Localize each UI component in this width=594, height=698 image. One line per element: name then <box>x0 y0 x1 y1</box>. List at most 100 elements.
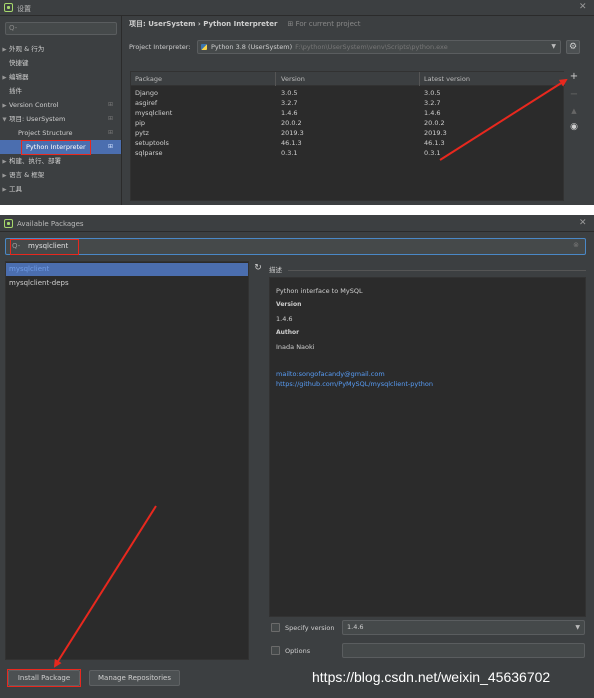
sidebar-item-editor[interactable]: ▶ 编辑器 <box>0 70 121 84</box>
expand-arrow-icon: ▶ <box>2 187 7 193</box>
close-icon[interactable]: ✕ <box>579 2 587 12</box>
interpreter-value: Python 3.8 (UserSystem) <box>211 43 293 51</box>
upgrade-package-button[interactable]: ▲ <box>567 107 581 115</box>
cell-version: 0.3.1 <box>281 149 298 157</box>
page-icon: ⊞ <box>107 129 113 136</box>
version-label: Version <box>276 301 302 308</box>
collapse-arrow-icon: ▼ <box>2 117 7 123</box>
page-icon: ⊞ <box>107 115 113 122</box>
specify-version-checkbox[interactable] <box>271 623 280 632</box>
cell-package: Django <box>135 89 159 97</box>
breadcrumb: 项目: UserSystem › Python Interpreter ⊞ For… <box>129 19 361 29</box>
cell-package: setuptools <box>135 139 169 147</box>
settings-main-panel: 项目: UserSystem › Python Interpreter ⊞ For… <box>123 16 594 205</box>
options-checkbox[interactable] <box>271 646 280 655</box>
list-item[interactable]: mysqlclient <box>6 263 248 276</box>
settings-search-input[interactable]: Q- <box>5 22 117 35</box>
cell-package: sqlparse <box>135 149 163 157</box>
sidebar-item-project[interactable]: ▼ 项目: UserSystem ⊞ <box>0 112 121 126</box>
sidebar-item-project-structure[interactable]: Project Structure ⊞ <box>0 126 121 140</box>
cell-latest-version: 2019.3 <box>424 129 447 137</box>
package-search-input[interactable]: Q- mysqlclient ⊗ <box>5 238 586 255</box>
sidebar-item-label: 项目: UserSystem <box>9 115 66 123</box>
sidebar-item-languages[interactable]: ▶ 语言 & 框架 <box>0 168 121 182</box>
chevron-down-icon: ▼ <box>575 624 580 631</box>
sidebar-item-version-control[interactable]: ▶ Version Control ⊞ <box>0 98 121 112</box>
sidebar-item-label: 构建、执行、部署 <box>9 157 61 165</box>
annotation-highlight-box <box>7 669 81 687</box>
table-row[interactable]: setuptools 46.1.3 46.1.3 <box>131 138 565 148</box>
interpreter-settings-button[interactable]: ⚙ <box>566 40 580 54</box>
sidebar-item-label: 外观 & 行为 <box>9 45 45 53</box>
close-icon[interactable]: ✕ <box>579 218 587 228</box>
package-list: mysqlclient mysqlclient-deps <box>5 261 249 660</box>
chevron-down-icon: ▼ <box>551 43 556 50</box>
breadcrumb-path: 项目: UserSystem › Python Interpreter <box>129 20 278 28</box>
sidebar-item-build[interactable]: ▶ 构建、执行、部署 <box>0 154 121 168</box>
manage-repositories-button[interactable]: Manage Repositories <box>89 670 180 686</box>
show-early-releases-button[interactable]: ◉ <box>567 122 581 132</box>
search-icon: Q- <box>9 24 18 32</box>
cell-version: 3.2.7 <box>281 99 298 107</box>
cell-version: 1.4.6 <box>281 109 298 117</box>
cell-latest-version: 3.0.5 <box>424 89 441 97</box>
author-label: Author <box>276 329 300 336</box>
cell-latest-version: 0.3.1 <box>424 149 441 157</box>
package-summary: Python interface to MySQL <box>276 287 363 295</box>
cell-package: pytz <box>135 129 149 137</box>
cell-latest-version: 20.0.2 <box>424 119 445 127</box>
sidebar-item-keymap[interactable]: 快捷键 <box>0 56 121 70</box>
package-author: Inada Naoki <box>276 343 315 351</box>
table-row[interactable]: Django 3.0.5 3.0.5 <box>131 88 565 98</box>
table-row[interactable]: pip 20.0.2 20.0.2 <box>131 118 565 128</box>
upgrade-icon: ▲ <box>571 107 577 115</box>
remove-package-button[interactable]: − <box>567 89 581 100</box>
expand-arrow-icon: ▶ <box>2 173 7 179</box>
page-icon: ⊞ <box>107 101 113 108</box>
table-row[interactable]: mysqlclient 1.4.6 1.4.6 <box>131 108 565 118</box>
version-dropdown-value: 1.4.6 <box>347 623 364 631</box>
package-version: 1.4.6 <box>276 315 293 323</box>
sidebar-item-label: Project Structure <box>18 129 73 137</box>
annotation-highlight-box <box>10 239 79 255</box>
breadcrumb-note: ⊞ For current project <box>287 20 361 28</box>
clear-search-icon[interactable]: ⊗ <box>573 241 579 249</box>
sidebar-item-label: 插件 <box>9 87 22 95</box>
sidebar-item-plugins[interactable]: 插件 <box>0 84 121 98</box>
column-divider <box>419 72 420 86</box>
description-label: 描述 <box>269 266 282 274</box>
add-package-button[interactable]: + <box>567 71 581 82</box>
sidebar-item-tools[interactable]: ▶ 工具 <box>0 182 121 196</box>
table-row[interactable]: sqlparse 0.3.1 0.3.1 <box>131 148 565 158</box>
eye-icon: ◉ <box>570 122 578 132</box>
settings-title-bar: 设置 ✕ <box>0 0 594 16</box>
python-icon <box>201 44 207 50</box>
cell-latest-version: 46.1.3 <box>424 139 445 147</box>
cell-package: pip <box>135 119 146 127</box>
plus-icon: + <box>569 71 579 82</box>
settings-sidebar: Q- ▶ 外观 & 行为 快捷键 ▶ 编辑器 插件 ▶ Version Control… <box>0 16 122 205</box>
project-url-link[interactable]: https://github.com/PyMySQL/mysqlclient-p… <box>276 380 433 388</box>
cell-version: 2019.3 <box>281 129 304 137</box>
available-packages-title-bar: Available Packages ✕ <box>0 215 594 232</box>
options-input[interactable] <box>342 643 585 658</box>
description-divider <box>288 270 586 271</box>
available-packages-window: Available Packages ✕ Q- mysqlclient ⊗ my… <box>0 215 594 698</box>
minus-icon: − <box>569 89 579 100</box>
interpreter-dropdown[interactable]: Python 3.8 (UserSystem) F:\python\UserSys… <box>197 40 561 54</box>
table-row[interactable]: asgiref 3.2.7 3.2.7 <box>131 98 565 108</box>
cell-version: 3.0.5 <box>281 89 298 97</box>
column-header-version[interactable]: Version <box>281 72 305 86</box>
column-header-package[interactable]: Package <box>135 72 162 86</box>
column-header-latest-version[interactable]: Latest version <box>424 72 470 86</box>
table-row[interactable]: pytz 2019.3 2019.3 <box>131 128 565 138</box>
expand-arrow-icon: ▶ <box>2 47 7 53</box>
interpreter-path: F:\python\UserSystem\venv\Scripts\python… <box>295 43 448 51</box>
cell-latest-version: 1.4.6 <box>424 109 441 117</box>
cell-version: 20.0.2 <box>281 119 302 127</box>
list-item[interactable]: mysqlclient-deps <box>6 277 248 290</box>
reload-list-button[interactable]: ↻ <box>252 263 264 275</box>
author-email-link[interactable]: mailto:songofacandy@gmail.com <box>276 370 385 378</box>
sidebar-item-appearance[interactable]: ▶ 外观 & 行为 <box>0 42 121 56</box>
version-dropdown[interactable]: 1.4.6 ▼ <box>342 620 585 635</box>
